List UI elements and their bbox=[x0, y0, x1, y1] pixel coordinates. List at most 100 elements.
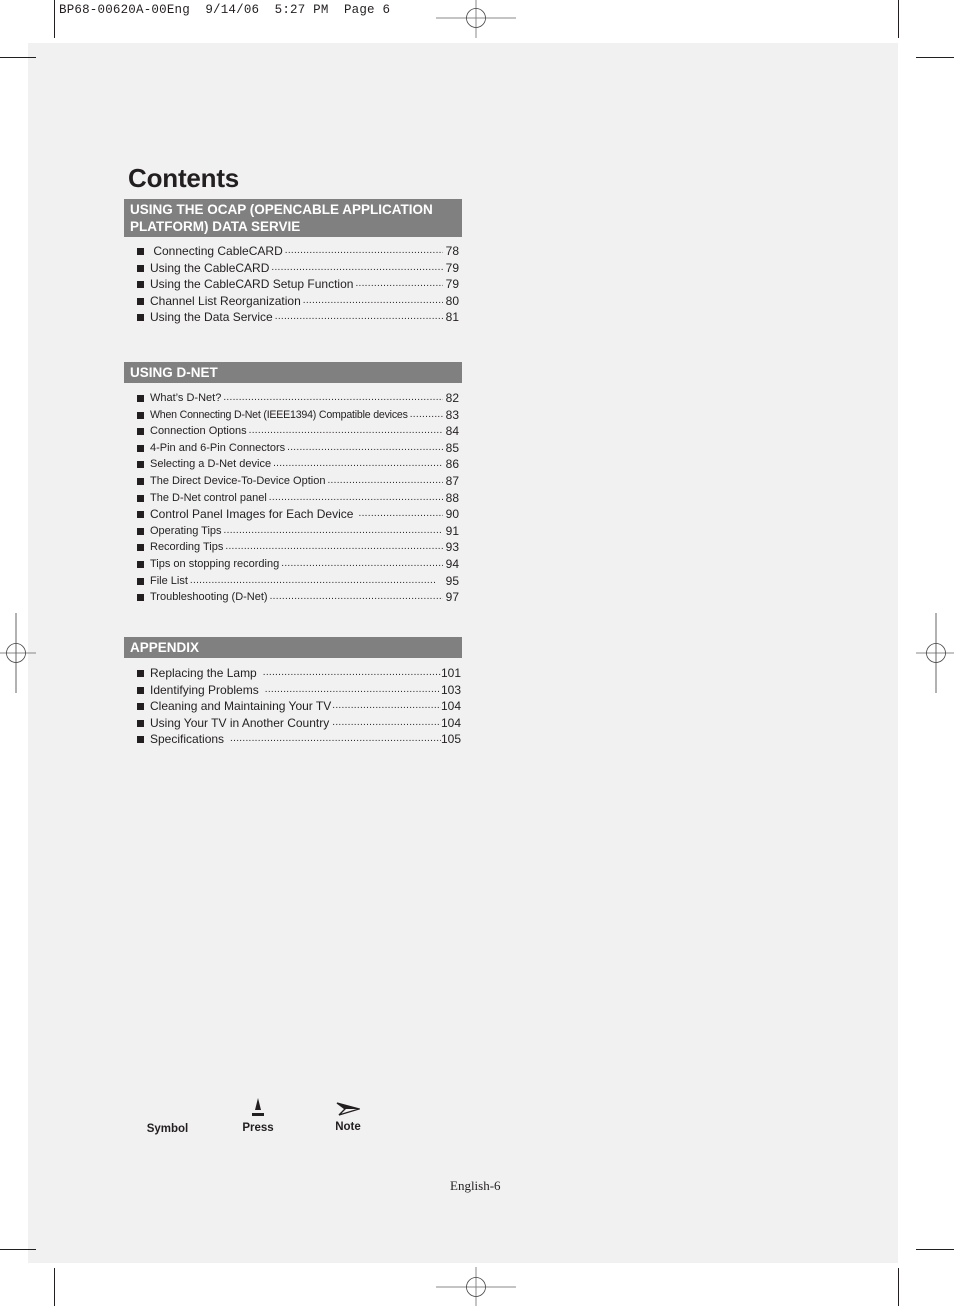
toc-entry[interactable]: Channel List Reorganization.............… bbox=[124, 293, 462, 310]
entry-label: Specifications bbox=[150, 732, 225, 747]
dot-leader: ........................................… bbox=[230, 733, 441, 745]
toc-entry[interactable]: Using the CableCARD Setup Function......… bbox=[124, 276, 462, 293]
dot-leader: ........................................… bbox=[274, 311, 443, 323]
toc-entry[interactable]: What’s D-Net?...........................… bbox=[124, 390, 462, 407]
bullet-icon bbox=[137, 264, 144, 272]
dot-leader: ........................................… bbox=[302, 294, 443, 306]
section-heading: USING THE OCAP (OPENCABLE APPLICATION PL… bbox=[124, 199, 462, 237]
dot-leader: ........................................… bbox=[355, 278, 442, 290]
bullet-icon bbox=[137, 411, 144, 419]
bullet-icon bbox=[137, 577, 144, 585]
entry-page: 88 bbox=[445, 490, 459, 505]
entry-label: Control Panel Images for Each Device bbox=[150, 507, 354, 522]
dot-leader: ........................................… bbox=[358, 508, 443, 520]
legend-press: Press bbox=[236, 1097, 280, 1134]
entry-page: 94 bbox=[445, 556, 459, 571]
entry-label: Recording Tips bbox=[150, 541, 224, 554]
dot-leader: ........................................… bbox=[223, 524, 443, 536]
dot-leader: ........................................… bbox=[327, 474, 443, 486]
legend-press-label: Press bbox=[242, 1122, 274, 1134]
entry-page: 81 bbox=[445, 310, 459, 325]
entry-label: What’s D-Net? bbox=[150, 392, 222, 404]
entry-page: 87 bbox=[445, 473, 459, 488]
bullet-icon bbox=[137, 594, 144, 602]
crop-mark bbox=[54, 0, 55, 38]
entry-label: Tips on stopping recording bbox=[150, 557, 280, 570]
entry-label: Cleaning and Maintaining Your TV bbox=[150, 699, 332, 714]
bullet-icon bbox=[137, 560, 144, 568]
bullet-icon bbox=[137, 494, 144, 502]
entry-page: 103 bbox=[440, 682, 461, 697]
entry-page: 82 bbox=[445, 391, 459, 405]
toc-entry[interactable]: When Connecting D-Net (IEEE1394) Compati… bbox=[124, 407, 462, 424]
dot-leader: ........................................… bbox=[273, 458, 443, 470]
entry-page: 80 bbox=[445, 293, 459, 308]
dot-leader: ........................................… bbox=[332, 700, 441, 712]
toc-entry[interactable]: Tips on stopping recording..............… bbox=[124, 556, 462, 573]
bullet-icon bbox=[137, 314, 144, 322]
bullet-icon bbox=[137, 703, 144, 711]
toc-entry[interactable]: The D-Net control panel.................… bbox=[124, 490, 462, 507]
entry-label: Using the CableCARD Setup Function bbox=[150, 277, 354, 292]
toc-entry[interactable]: The Direct Device-To-Device Option......… bbox=[124, 473, 462, 490]
entry-label: Connection Options bbox=[150, 425, 247, 438]
entry-page: 90 bbox=[445, 507, 459, 522]
toc-section-appendix: APPENDIX Replacing the Lamp.............… bbox=[124, 637, 462, 748]
crop-mark bbox=[0, 57, 36, 58]
dot-leader: ........................................… bbox=[264, 683, 441, 695]
registration-mark-icon bbox=[436, 1267, 516, 1306]
toc-entry[interactable]: Connecting CableCARD....................… bbox=[124, 243, 462, 260]
toc-entry[interactable]: Using the Data Service..................… bbox=[124, 309, 462, 326]
entry-page: 79 bbox=[445, 277, 459, 292]
toc-section-ocap: USING THE OCAP (OPENCABLE APPLICATION PL… bbox=[124, 199, 462, 326]
bullet-icon bbox=[137, 736, 144, 744]
toc-entry[interactable]: Connection Options......................… bbox=[124, 423, 462, 440]
toc-entry[interactable]: Using the CableCARD.....................… bbox=[124, 260, 462, 277]
dot-leader: ........................................… bbox=[284, 245, 443, 256]
dot-leader: ........................................… bbox=[281, 557, 442, 569]
toc-entry[interactable]: Selecting a D-Net device................… bbox=[124, 456, 462, 473]
entry-label: When Connecting D-Net (IEEE1394) Compati… bbox=[150, 408, 408, 421]
entry-page: 93 bbox=[445, 540, 459, 555]
press-arrow-icon bbox=[252, 1098, 264, 1116]
entry-page: 84 bbox=[445, 424, 459, 439]
entry-page: 79 bbox=[445, 260, 459, 275]
toc-entry[interactable]: File List...............................… bbox=[124, 573, 462, 590]
entry-label: 4-Pin and 6-Pin Connectors bbox=[150, 441, 286, 454]
entry-label: Connecting CableCARD bbox=[150, 244, 283, 258]
dot-leader: ........................................… bbox=[225, 541, 442, 553]
note-arrow-icon bbox=[336, 1102, 360, 1116]
entry-label: Troubleshooting (D-Net) bbox=[150, 591, 268, 604]
dot-leader: ........................................… bbox=[268, 491, 443, 503]
toc-list: Connecting CableCARD....................… bbox=[124, 243, 462, 326]
crop-mark bbox=[0, 1249, 36, 1250]
entry-label: Identifying Problems bbox=[150, 682, 259, 697]
toc-entry[interactable]: Using Your TV in Another Country........… bbox=[124, 715, 462, 732]
toc-entry[interactable]: Specifications..........................… bbox=[124, 731, 462, 748]
entry-label: Replacing the Lamp bbox=[150, 666, 257, 680]
entry-label: The D-Net control panel bbox=[150, 491, 267, 504]
toc-entry[interactable]: Troubleshooting (D-Net).................… bbox=[124, 589, 462, 606]
crop-mark bbox=[916, 57, 954, 58]
bullet-icon bbox=[137, 281, 144, 289]
entry-label: Channel List Reorganization bbox=[150, 293, 301, 308]
toc-entry[interactable]: Control Panel Images for Each Device ...… bbox=[124, 506, 462, 523]
toc-entry[interactable]: Replacing the Lamp......................… bbox=[124, 665, 462, 682]
bullet-icon bbox=[137, 428, 144, 436]
bullet-icon bbox=[137, 527, 144, 535]
toc-entry[interactable]: Cleaning and Maintaining Your TV........… bbox=[124, 698, 462, 715]
bullet-icon bbox=[137, 544, 144, 552]
toc-entry[interactable]: Identifying Problems....................… bbox=[124, 682, 462, 699]
legend-symbol-label: Symbol bbox=[146, 1123, 189, 1135]
entry-page: 95 bbox=[445, 573, 459, 588]
crop-mark bbox=[54, 1268, 55, 1306]
dot-leader: ........................................… bbox=[287, 441, 443, 453]
toc-entry[interactable]: Recording Tips..........................… bbox=[124, 539, 462, 556]
toc-entry[interactable]: Operating Tips..........................… bbox=[124, 523, 462, 540]
bullet-icon bbox=[137, 248, 144, 255]
bullet-icon bbox=[137, 511, 144, 519]
dot-leader: ........................................… bbox=[409, 408, 443, 420]
toc-entry[interactable]: 4-Pin and 6-Pin Connectors..............… bbox=[124, 440, 462, 457]
bullet-icon bbox=[137, 461, 144, 469]
crop-mark bbox=[898, 1268, 899, 1306]
